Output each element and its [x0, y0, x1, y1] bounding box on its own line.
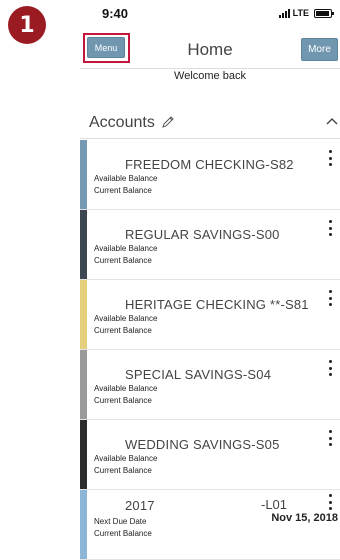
current-balance-label: Current Balance — [94, 326, 152, 335]
more-options-icon[interactable] — [328, 430, 332, 446]
more-options-icon[interactable] — [328, 290, 332, 306]
header-divider — [80, 68, 340, 69]
app-header: Menu Home More Welcome back — [80, 28, 340, 90]
accounts-section-header: Accounts — [80, 108, 340, 139]
status-indicators: LTE — [278, 8, 334, 18]
account-name: REGULAR SAVINGS-S00 — [125, 227, 280, 242]
account-color-bar — [80, 140, 87, 209]
step-number-badge: 1 — [8, 6, 46, 44]
account-name: FREEDOM CHECKING-S82 — [125, 157, 294, 172]
current-balance-label: Current Balance — [94, 529, 152, 538]
edit-pencil-icon[interactable] — [161, 115, 175, 129]
status-bar: 9:40 LTE — [80, 0, 340, 28]
account-suffix: -L01 — [261, 497, 288, 512]
accounts-title: Accounts — [89, 114, 155, 131]
account-name: WEDDING SAVINGS-S05 — [125, 437, 280, 452]
account-card-special-savings[interactable]: SPECIAL SAVINGS-S04 Available Balance Cu… — [80, 350, 340, 420]
account-color-bar — [80, 280, 87, 349]
status-time: 9:40 — [102, 6, 129, 21]
account-name: 2017 — [125, 498, 155, 513]
account-card-loan[interactable]: 2017 -L01 Nov 15, 2018 Next Due Date Cur… — [80, 490, 340, 560]
more-options-icon[interactable] — [328, 150, 332, 166]
next-due-date-label: Next Due Date — [94, 517, 147, 526]
next-due-date-value: Nov 15, 2018 — [271, 512, 338, 524]
account-card-freedom-checking[interactable]: FREEDOM CHECKING-S82 Available Balance C… — [80, 140, 340, 210]
account-color-bar — [80, 210, 87, 279]
account-name: HERITAGE CHECKING **-S81 — [125, 297, 309, 312]
battery-icon — [314, 8, 334, 18]
account-name: SPECIAL SAVINGS-S04 — [125, 367, 272, 382]
current-balance-label: Current Balance — [94, 256, 152, 265]
chevron-up-icon[interactable] — [326, 116, 338, 126]
account-card-heritage-checking[interactable]: HERITAGE CHECKING **-S81 Available Balan… — [80, 280, 340, 350]
available-balance-label: Available Balance — [94, 174, 158, 183]
welcome-message: Welcome back — [174, 70, 246, 82]
more-options-icon[interactable] — [328, 494, 332, 510]
network-type-label: LTE — [292, 8, 309, 18]
available-balance-label: Available Balance — [94, 244, 158, 253]
account-color-bar — [80, 420, 87, 489]
available-balance-label: Available Balance — [94, 314, 158, 323]
account-card-wedding-savings[interactable]: WEDDING SAVINGS-S05 Available Balance Cu… — [80, 420, 340, 490]
current-balance-label: Current Balance — [94, 186, 152, 195]
signal-strength-icon — [278, 8, 290, 18]
account-card-regular-savings[interactable]: REGULAR SAVINGS-S00 Available Balance Cu… — [80, 210, 340, 280]
current-balance-label: Current Balance — [94, 396, 152, 405]
account-color-bar — [80, 490, 87, 559]
available-balance-label: Available Balance — [94, 384, 158, 393]
current-balance-label: Current Balance — [94, 466, 152, 475]
more-button[interactable]: More — [301, 38, 338, 61]
more-options-icon[interactable] — [328, 360, 332, 376]
account-color-bar — [80, 350, 87, 419]
more-options-icon[interactable] — [328, 220, 332, 236]
available-balance-label: Available Balance — [94, 454, 158, 463]
